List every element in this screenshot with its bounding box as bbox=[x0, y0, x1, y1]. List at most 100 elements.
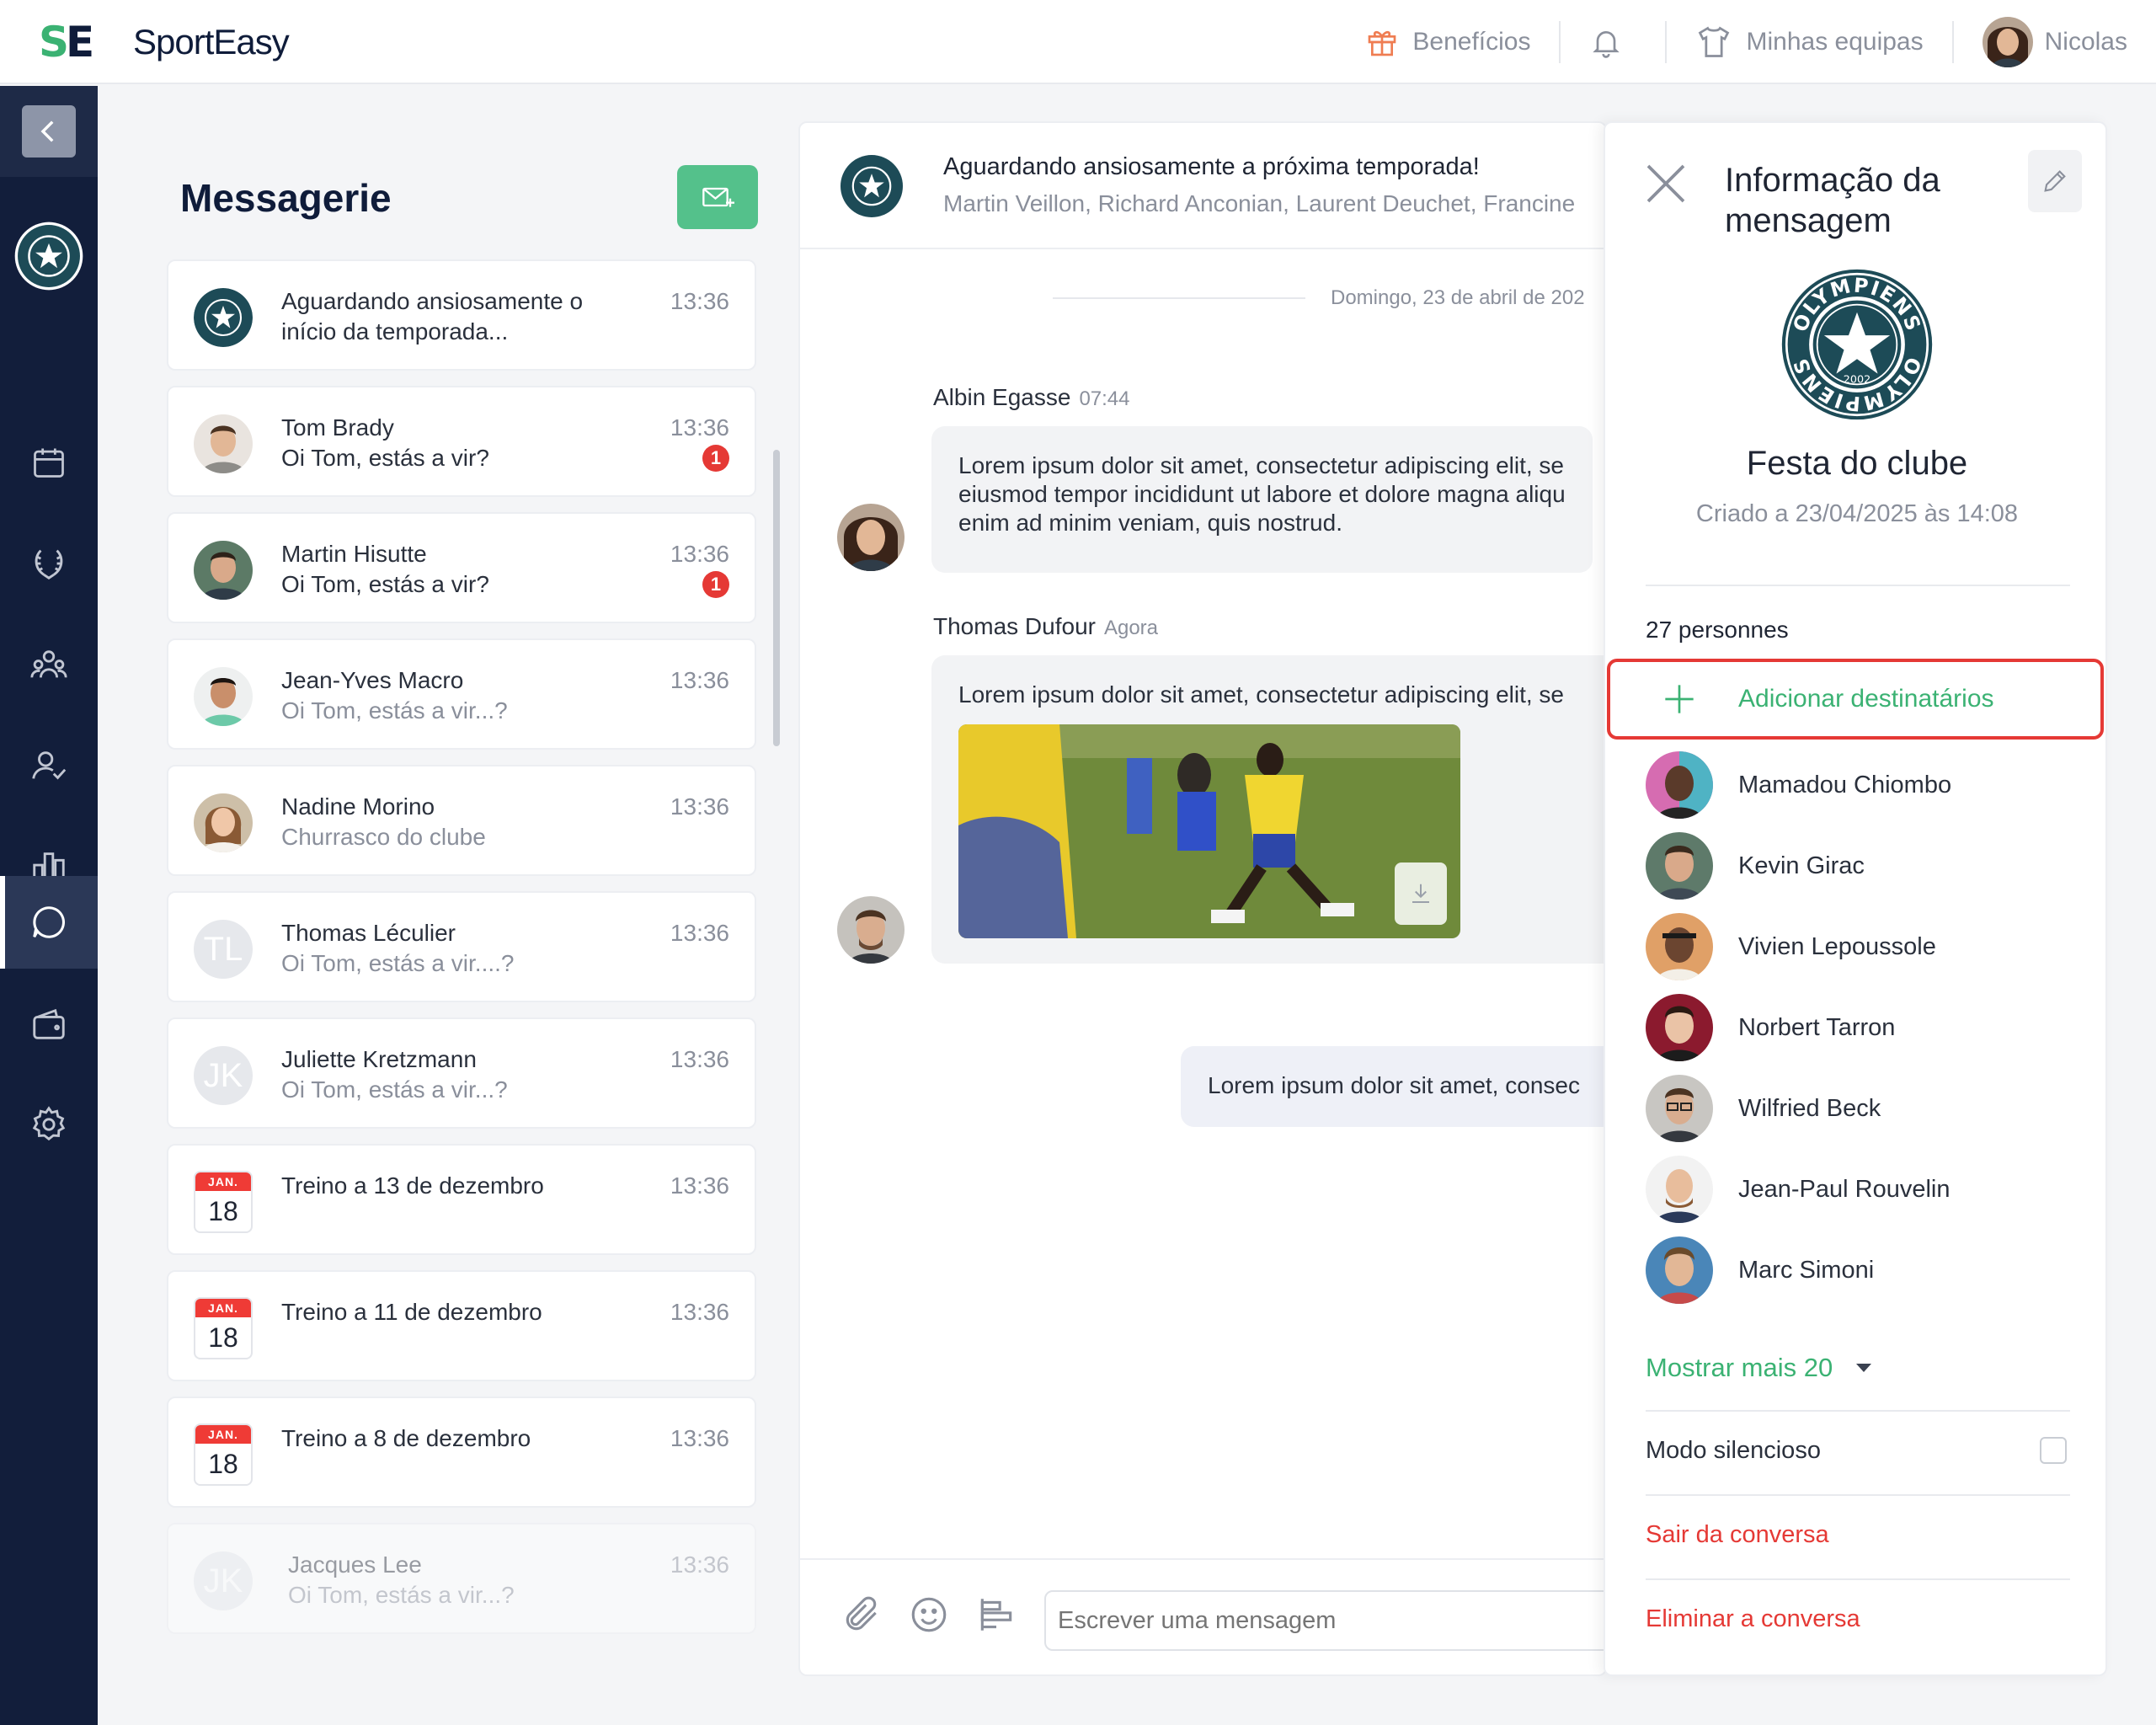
message-line: enim ad minim veniam, quis nostrud. bbox=[958, 510, 1342, 536]
poll-icon[interactable] bbox=[975, 1594, 1017, 1636]
message-time: Agora bbox=[1103, 617, 1159, 639]
conversation-time: 13:36 bbox=[670, 1551, 729, 1578]
leave-conversation-link[interactable]: Sair da conversa bbox=[1646, 1521, 1829, 1549]
member-name: Vivien Lepoussole bbox=[1738, 932, 1936, 960]
conversation-preview: Oi Tom, estás a vir? bbox=[281, 571, 489, 597]
conversation-item[interactable]: JAN. 18 Treino a 8 de dezembro 13:36 bbox=[167, 1397, 756, 1508]
silent-mode-label: Modo silencioso bbox=[1646, 1437, 1821, 1464]
conversation-item[interactable]: TL Thomas Léculier Oi Tom, estás a vir..… bbox=[167, 891, 756, 1002]
conversation-item[interactable]: Aguardando ansiosamente o início da temp… bbox=[167, 259, 756, 371]
nav-settings[interactable] bbox=[0, 1078, 98, 1171]
compose-message-button[interactable] bbox=[677, 165, 758, 229]
show-more-button[interactable]: Mostrar mais 20 bbox=[1646, 1353, 1873, 1383]
conversation-preview: início da temporada... bbox=[281, 318, 509, 344]
conversation-time: 13:36 bbox=[670, 288, 729, 314]
nav-messages[interactable] bbox=[0, 876, 98, 969]
conversation-item[interactable]: JK Juliette Kretzmann Oi Tom, estás a vi… bbox=[167, 1017, 756, 1129]
author-name: Thomas Dufour bbox=[933, 613, 1096, 639]
avatar bbox=[1646, 1236, 1713, 1304]
created-date: Criado a 23/04/2025 às 14:08 bbox=[1695, 500, 2019, 527]
unread-badge: 1 bbox=[702, 445, 729, 472]
calendar-month: JAN. bbox=[195, 1172, 251, 1191]
message-composer bbox=[800, 1558, 1605, 1674]
nav-calendar[interactable] bbox=[0, 416, 98, 509]
delete-conversation-link[interactable]: Eliminar a conversa bbox=[1646, 1605, 1860, 1633]
avatar bbox=[1646, 832, 1713, 900]
member-item[interactable]: Kevin Girac bbox=[1646, 832, 2084, 900]
member-item[interactable]: Jean-Paul Rouvelin bbox=[1646, 1156, 2084, 1223]
pencil-icon bbox=[2044, 170, 2066, 192]
download-button[interactable] bbox=[1395, 862, 1447, 925]
silent-mode-checkbox[interactable] bbox=[2040, 1437, 2067, 1464]
close-icon[interactable] bbox=[1642, 160, 1689, 207]
my-teams-link[interactable]: Minhas equipas bbox=[1665, 21, 1951, 63]
benefits-link[interactable]: Benefícios bbox=[1337, 21, 1559, 63]
member-item[interactable]: Wilfried Beck bbox=[1646, 1075, 2084, 1142]
sidebar bbox=[0, 86, 98, 1725]
club-logo: OLYMPIENS OLYMPIENS 2002 bbox=[1781, 269, 1933, 420]
member-item[interactable]: Marc Simoni bbox=[1646, 1236, 2084, 1304]
calendar-month: JAN. bbox=[195, 1425, 251, 1444]
conversation-time: 13:36 bbox=[670, 1172, 729, 1199]
benefits-label: Benefícios bbox=[1412, 28, 1531, 56]
calendar-badge: JAN. 18 bbox=[194, 1423, 253, 1486]
add-recipients-button[interactable]: Adicionar destinatários bbox=[1607, 659, 2104, 740]
calendar-day: 18 bbox=[208, 1196, 238, 1226]
conversation-item[interactable]: Martin Hisutte Oi Tom, estás a vir? 13:3… bbox=[167, 512, 756, 623]
logo-text: SportEasy bbox=[133, 22, 290, 61]
sporteasy-logo[interactable]: SE SportEasy bbox=[39, 21, 290, 63]
chat-icon bbox=[33, 906, 66, 938]
plus-icon bbox=[1665, 685, 1694, 713]
avatar bbox=[837, 896, 905, 964]
message-line: Lorem ipsum dolor sit amet, consec bbox=[1208, 1072, 1580, 1098]
emoji-icon[interactable] bbox=[908, 1594, 950, 1636]
conversation-list-scrollbar[interactable] bbox=[773, 450, 780, 746]
nav-competitions[interactable] bbox=[0, 517, 98, 610]
conversation-item[interactable]: Tom Brady Oi Tom, estás a vir? 13:36 1 bbox=[167, 386, 756, 497]
member-item[interactable]: Norbert Tarron bbox=[1646, 994, 2084, 1061]
member-item[interactable]: Mamadou Chiombo bbox=[1646, 751, 2084, 819]
club-badge[interactable] bbox=[13, 221, 84, 291]
nav-wallet[interactable] bbox=[0, 979, 98, 1071]
collapse-sidebar-button[interactable] bbox=[0, 86, 98, 177]
info-panel-title: Informação da mensagem bbox=[1725, 162, 1940, 239]
conversation-title: Martin Hisutte bbox=[281, 541, 427, 567]
message-time: 07:44 bbox=[1079, 387, 1130, 410]
avatar bbox=[1646, 751, 1713, 819]
conversation-item[interactable]: JAN. 18 Treino a 11 de dezembro 13:36 bbox=[167, 1270, 756, 1381]
conversation-item[interactable]: JK Jacques Lee Oi Tom, estás a vir...? 1… bbox=[167, 1523, 756, 1634]
initials-avatar: JK bbox=[194, 1046, 253, 1105]
attached-photo[interactable] bbox=[958, 724, 1460, 938]
nav-team[interactable] bbox=[0, 618, 98, 711]
calendar-icon bbox=[34, 448, 64, 478]
paperclip-icon[interactable] bbox=[841, 1594, 883, 1636]
notifications-button[interactable] bbox=[1559, 21, 1665, 63]
member-name: Wilfried Beck bbox=[1738, 1094, 1881, 1122]
member-item[interactable]: Vivien Lepoussole bbox=[1646, 913, 2084, 980]
message-line: Lorem ipsum dolor sit amet, consectetur … bbox=[958, 452, 1564, 478]
author-name: Albin Egasse bbox=[933, 384, 1071, 410]
initials-avatar: TL bbox=[194, 920, 253, 979]
conversation-item[interactable]: Jean-Yves Macro Oi Tom, estás a vir...? … bbox=[167, 638, 756, 750]
initials-avatar: JK bbox=[194, 1551, 253, 1610]
calendar-day: 18 bbox=[208, 1449, 238, 1479]
message-input[interactable] bbox=[1044, 1590, 1605, 1651]
conversation-time: 13:36 bbox=[670, 793, 729, 820]
conversation-item[interactable]: Nadine Morino Churrasco do clube 13:36 bbox=[167, 765, 756, 876]
user-menu[interactable]: Nicolas bbox=[1951, 17, 2156, 67]
conversation-time: 13:36 bbox=[670, 414, 729, 441]
conversation-title: Tom Brady bbox=[281, 414, 394, 441]
conversation-item[interactable]: JAN. 18 Treino a 13 de dezembro 13:36 bbox=[167, 1144, 756, 1255]
club-avatar bbox=[194, 288, 253, 347]
add-recipients-label: Adicionar destinatários bbox=[1738, 685, 1994, 713]
conversation-time: 13:36 bbox=[670, 667, 729, 693]
message-author: Thomas Dufour Agora bbox=[933, 613, 1158, 640]
message-bubble: Lorem ipsum dolor sit amet, consec bbox=[1181, 1046, 1605, 1127]
chat-panel: Aguardando ansiosamente a próxima tempor… bbox=[798, 121, 1607, 1676]
message-info-panel: Informação da mensagem OLYMPIENS OLYMPIE… bbox=[1604, 121, 2107, 1676]
nav-attendance[interactable] bbox=[0, 719, 98, 812]
conversation-title: Juliette Kretzmann bbox=[281, 1046, 477, 1072]
edit-button[interactable] bbox=[2028, 150, 2082, 212]
member-name: Norbert Tarron bbox=[1738, 1013, 1896, 1041]
message-bubble: Lorem ipsum dolor sit amet, consectetur … bbox=[931, 426, 1593, 573]
